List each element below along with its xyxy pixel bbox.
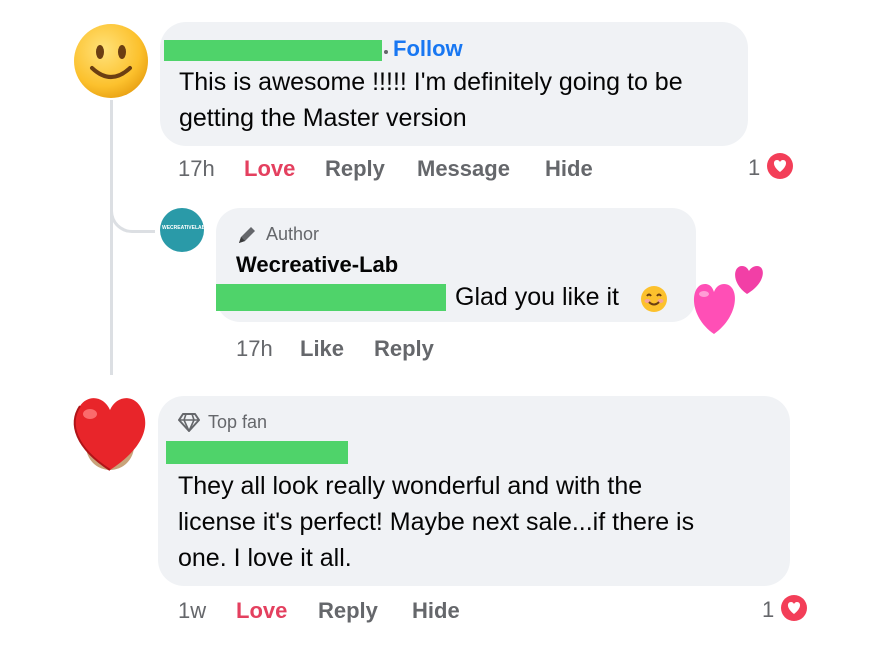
avatar-heart[interactable] — [66, 386, 154, 474]
pencil-icon — [239, 227, 255, 243]
redacted-mention — [216, 284, 446, 311]
diamond-icon — [178, 413, 200, 432]
reply-button[interactable]: Reply — [318, 598, 378, 624]
reply-text: Glad you like it — [455, 283, 619, 311]
comment-text-line: one. I love it all. — [178, 544, 352, 572]
reaction-count[interactable]: 1 — [762, 597, 774, 623]
comment-text: They all look really wonderful and with … — [178, 468, 778, 576]
redacted-username — [166, 441, 348, 464]
love-button[interactable]: Love — [236, 598, 287, 624]
hide-button[interactable]: Hide — [545, 156, 593, 182]
thread-line — [110, 100, 113, 375]
hide-button[interactable]: Hide — [412, 598, 460, 624]
comment-text-line: They all look really wonderful and with … — [178, 472, 643, 500]
reply-actions: 17h Like Reply — [236, 336, 456, 364]
reply-button[interactable]: Reply — [374, 336, 434, 362]
heart-reaction-badge[interactable] — [766, 152, 794, 180]
avatar-smiley[interactable] — [72, 22, 150, 100]
comment-text-line: This is awesome !!!!! I'm definitely goi… — [179, 68, 683, 96]
comment-text: This is awesome !!!!! I'm definitely goi… — [179, 64, 739, 136]
timestamp[interactable]: 1w — [178, 598, 206, 624]
author-badge-label: Author — [266, 224, 320, 244]
red-heart-icon — [73, 398, 146, 471]
comment-bubble: Top fan They all look really wonderful a… — [158, 396, 790, 586]
reply-button[interactable]: Reply — [325, 156, 385, 182]
timestamp[interactable]: 17h — [178, 156, 215, 182]
message-button[interactable]: Message — [417, 156, 510, 182]
comment-text-line: license it's perfect! Maybe next sale...… — [178, 508, 695, 536]
comment-actions: 1w Love Reply Hide — [178, 598, 498, 626]
two-hearts-reaction-icon[interactable] — [684, 256, 768, 338]
redacted-username — [164, 40, 382, 61]
smiley-face-icon — [74, 24, 148, 98]
love-button[interactable]: Love — [244, 156, 295, 182]
heart-reaction-badge[interactable] — [780, 594, 808, 622]
comment-actions: 17h Love Reply Message Hide — [178, 156, 618, 184]
smiling-face-emoji-icon — [640, 285, 668, 313]
avatar-logo-text: WECREATIVELAB — [162, 225, 204, 231]
heart-reaction-icon — [767, 153, 793, 179]
timestamp[interactable]: 17h — [236, 336, 273, 362]
top-fan-label: Top fan — [208, 412, 268, 432]
reaction-count[interactable]: 1 — [748, 155, 760, 181]
comment-text-line: getting the Master version — [179, 104, 467, 132]
like-button[interactable]: Like — [300, 336, 344, 362]
follow-link[interactable]: Follow — [393, 36, 463, 62]
comment-bubble: Follow This is awesome !!!!! I'm definit… — [160, 22, 748, 146]
avatar-wecreative-lab[interactable]: WECREATIVELAB — [160, 208, 204, 252]
thread-branch — [110, 188, 155, 233]
reply-author-name[interactable]: Wecreative-Lab — [236, 252, 398, 278]
reply-bubble: Author Wecreative-Lab Glad you like it — [216, 208, 696, 322]
follow-dot — [384, 50, 388, 54]
heart-reaction-icon — [781, 595, 807, 621]
